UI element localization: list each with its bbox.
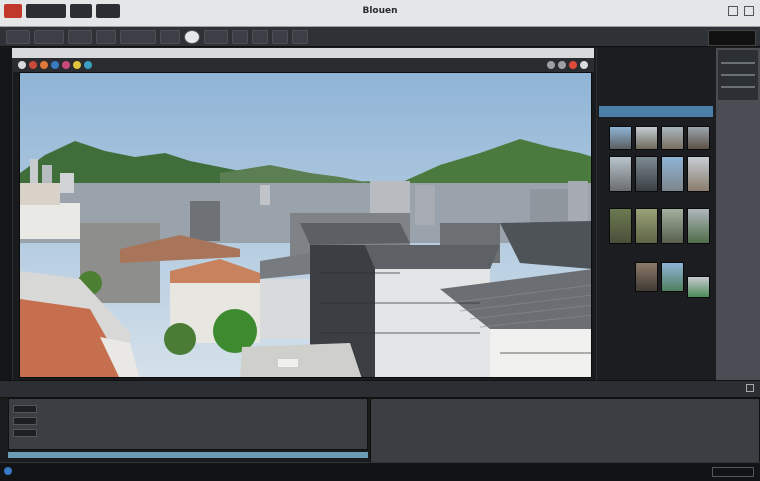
tool-button-9[interactable] [232, 29, 248, 44]
toolbar-search-box[interactable] [708, 30, 756, 46]
tool-button-2[interactable] [34, 29, 64, 44]
window-title: Blouen [362, 6, 398, 16]
status-right-control[interactable] [712, 467, 754, 477]
thumbnail[interactable] [687, 126, 710, 150]
window-controls [728, 6, 754, 16]
panel-divider [721, 62, 755, 64]
thumbnail[interactable] [635, 126, 658, 150]
start-icon[interactable] [4, 467, 12, 475]
thumbnail[interactable] [687, 276, 710, 298]
timeline-tracks[interactable] [8, 398, 368, 450]
panel-row-1[interactable] [599, 60, 713, 69]
tool-button-6[interactable] [160, 29, 180, 44]
viewer-header [12, 48, 594, 58]
panel-divider [721, 86, 755, 88]
tool-dot-icon-4[interactable] [51, 61, 59, 69]
status-bar [0, 462, 760, 481]
viewer-toolbar [12, 58, 594, 72]
thumbnail[interactable] [609, 156, 632, 192]
tool-button-7[interactable] [184, 29, 200, 44]
thumbnail[interactable] [661, 208, 684, 244]
panel-row-4[interactable] [599, 96, 713, 105]
record-icon[interactable] [569, 61, 577, 69]
thumbnail[interactable] [609, 126, 632, 150]
thumbnail[interactable] [609, 208, 632, 244]
tool-dot-icon-5[interactable] [62, 61, 70, 69]
tool-button-12[interactable] [292, 29, 308, 44]
zoom-icon[interactable] [547, 61, 555, 69]
tool-button-4[interactable] [96, 29, 116, 44]
far-right-panel [716, 48, 760, 386]
minimize-icon[interactable] [728, 6, 738, 16]
panel-divider [721, 74, 755, 76]
tool-button-11[interactable] [272, 29, 288, 44]
tool-button-10[interactable] [252, 29, 268, 44]
timeline-collapse-icon[interactable] [746, 384, 754, 392]
thumbnail[interactable] [661, 156, 684, 192]
tool-dot-icon-1[interactable] [18, 61, 26, 69]
tool-dot-icon-7[interactable] [84, 61, 92, 69]
thumbnail[interactable] [635, 208, 658, 244]
timeline-scrollbar[interactable] [8, 452, 368, 458]
thumbnail[interactable] [635, 156, 658, 192]
viewer-toolbar-right [547, 61, 588, 69]
settings-icon[interactable] [580, 61, 588, 69]
fit-icon[interactable] [558, 61, 566, 69]
close-icon[interactable] [744, 6, 754, 16]
thumbnail[interactable] [661, 262, 684, 292]
image-viewer[interactable] [19, 72, 592, 378]
panel-row-2[interactable] [599, 72, 713, 81]
thumbnail[interactable] [687, 156, 710, 192]
tool-dot-icon-2[interactable] [29, 61, 37, 69]
tool-button-3[interactable] [68, 29, 92, 44]
track-controls-icon[interactable] [13, 429, 37, 437]
thumbnail[interactable] [661, 126, 684, 150]
main-toolbar [0, 27, 760, 47]
left-tool-rail [0, 48, 13, 380]
selected-collection-tab[interactable] [599, 106, 713, 117]
tool-dot-icon-3[interactable] [40, 61, 48, 69]
track-controls-icon[interactable] [13, 417, 37, 425]
timeline-canvas[interactable] [370, 398, 760, 464]
tool-button-5[interactable] [120, 29, 156, 44]
library-panel [596, 48, 717, 386]
title-bar: Blouen [0, 0, 760, 27]
panel-row-3[interactable] [599, 84, 713, 93]
track-controls-icon[interactable] [13, 405, 37, 413]
timeline-header [0, 380, 760, 398]
thumbnail[interactable] [635, 262, 658, 292]
tool-dot-icon-6[interactable] [73, 61, 81, 69]
tool-button-8[interactable] [204, 29, 228, 44]
thumbnail[interactable] [687, 208, 710, 244]
tool-button-1[interactable] [6, 29, 30, 44]
cityscape-photo [20, 73, 591, 377]
